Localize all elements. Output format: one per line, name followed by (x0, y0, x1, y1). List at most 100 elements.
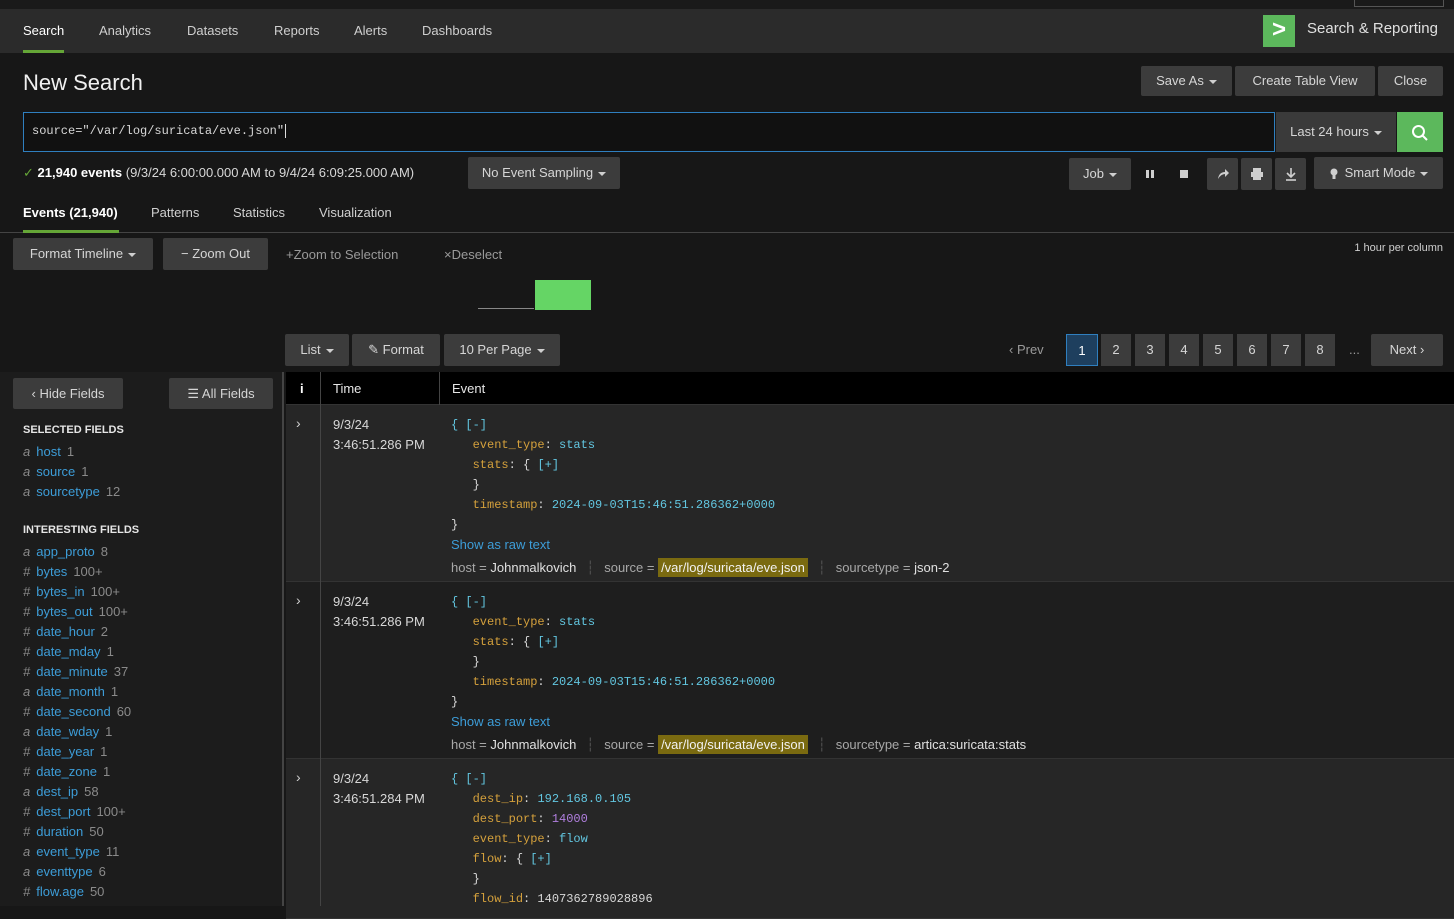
json-key[interactable]: event_type (473, 438, 545, 452)
field-item[interactable]: a host 1 (23, 444, 74, 459)
create-table-view-button[interactable]: Create Table View (1235, 66, 1375, 96)
page-1-button[interactable]: 1 (1066, 334, 1098, 366)
page-2-button[interactable]: 2 (1101, 334, 1131, 366)
field-item[interactable]: # date_hour 2 (23, 624, 108, 639)
json-toggle[interactable]: [+] (530, 852, 552, 866)
nav-dashboards[interactable]: Dashboards (422, 9, 492, 53)
field-item[interactable]: a source 1 (23, 464, 89, 479)
json-key[interactable]: dest_port (473, 812, 538, 826)
nav-analytics[interactable]: Analytics (99, 9, 151, 53)
nav-datasets[interactable]: Datasets (187, 9, 238, 53)
field-item[interactable]: a sourcetype 12 (23, 484, 120, 499)
job-menu-button[interactable]: Job (1069, 158, 1131, 190)
expand-chevron-icon[interactable]: › (296, 592, 301, 608)
save-as-button[interactable]: Save As (1141, 66, 1232, 96)
json-key[interactable]: dest_ip (473, 792, 523, 806)
share-button[interactable] (1207, 158, 1238, 190)
all-fields-button[interactable]: ☰ All Fields (169, 378, 273, 409)
json-toggle[interactable]: { [-] (451, 595, 487, 609)
export-button[interactable] (1275, 158, 1306, 190)
deselect-button[interactable]: ×Deselect (444, 247, 502, 262)
app-name[interactable]: Search & Reporting (1307, 20, 1438, 37)
json-string-value[interactable]: 2024-09-03T15:46:51.286362+0000 (552, 675, 775, 689)
hide-fields-button[interactable]: ‹ Hide Fields (13, 378, 123, 409)
show-raw-text-link[interactable]: Show as raw text (451, 535, 775, 555)
json-key[interactable]: flow (473, 852, 502, 866)
tab-patterns[interactable]: Patterns (151, 205, 199, 220)
nav-reports[interactable]: Reports (274, 9, 320, 53)
close-button[interactable]: Close (1378, 66, 1443, 96)
field-item[interactable]: # dest_port 100+ (23, 804, 126, 819)
json-string-value[interactable]: 192.168.0.105 (537, 792, 631, 806)
json-toggle[interactable]: [+] (537, 458, 559, 472)
field-item[interactable]: a event_type 11 (23, 844, 119, 859)
page-4-button[interactable]: 4 (1169, 334, 1199, 366)
per-page-dropdown[interactable]: 10 Per Page (444, 334, 560, 366)
meta-source-value[interactable]: /var/log/suricata/eve.json (658, 558, 808, 577)
format-timeline-button[interactable]: Format Timeline (13, 238, 153, 270)
field-item[interactable]: # bytes_out 100+ (23, 604, 128, 619)
zoom-out-button[interactable]: − Zoom Out (163, 238, 268, 270)
page-6-button[interactable]: 6 (1237, 334, 1267, 366)
format-button[interactable]: ✎ Format (352, 334, 440, 366)
field-item[interactable]: a dest_ip 58 (23, 784, 99, 799)
page-3-button[interactable]: 3 (1135, 334, 1165, 366)
timeline-bar[interactable] (535, 280, 591, 310)
zoom-to-selection-button[interactable]: +Zoom to Selection (286, 247, 398, 262)
meta-sourcetype-value[interactable]: artica:suricata:stats (914, 737, 1026, 752)
list-view-dropdown[interactable]: List (285, 334, 349, 366)
field-item[interactable]: # date_second 60 (23, 704, 131, 719)
pause-button[interactable] (1135, 158, 1165, 190)
stop-button[interactable] (1169, 158, 1199, 190)
search-input[interactable]: source="/var/log/suricata/eve.json" (23, 112, 1275, 152)
search-submit-button[interactable] (1397, 112, 1443, 152)
field-item[interactable]: a date_wday 1 (23, 724, 112, 739)
json-string-value[interactable]: stats (559, 615, 595, 629)
expand-chevron-icon[interactable]: › (296, 769, 301, 785)
field-item[interactable]: # date_year 1 (23, 744, 107, 759)
field-item[interactable]: # date_minute 37 (23, 664, 128, 679)
field-item[interactable]: a date_month 1 (23, 684, 118, 699)
json-key[interactable]: flow_id (473, 892, 523, 906)
json-number-value[interactable]: 14000 (552, 812, 588, 826)
page-7-button[interactable]: 7 (1271, 334, 1301, 366)
search-mode-dropdown[interactable]: Smart Mode (1314, 157, 1443, 189)
show-raw-text-link[interactable]: Show as raw text (451, 712, 775, 732)
nav-alerts[interactable]: Alerts (354, 9, 387, 53)
meta-host-value[interactable]: Johnmalkovich (490, 737, 576, 752)
meta-host-value[interactable]: Johnmalkovich (490, 560, 576, 575)
print-button[interactable] (1241, 158, 1272, 190)
json-key[interactable]: event_type (473, 615, 545, 629)
meta-source-value[interactable]: /var/log/suricata/eve.json (658, 735, 808, 754)
json-toggle[interactable]: { [-] (451, 418, 487, 432)
nav-search[interactable]: Search (23, 9, 65, 53)
tab-events[interactable]: Events (21,940) (23, 205, 118, 220)
app-logo-icon[interactable]: > (1263, 15, 1295, 47)
time-range-picker[interactable]: Last 24 hours (1276, 112, 1396, 152)
meta-sourcetype-value[interactable]: json-2 (914, 560, 949, 575)
time-column-header[interactable]: Time (333, 381, 361, 396)
field-item[interactable]: # bytes 100+ (23, 564, 103, 579)
json-key[interactable]: stats (473, 458, 509, 472)
expand-chevron-icon[interactable]: › (296, 415, 301, 431)
next-page-button[interactable]: Next › (1371, 334, 1443, 366)
prev-page-button[interactable]: ‹ Prev (1009, 342, 1044, 357)
json-toggle[interactable]: { [-] (451, 772, 487, 786)
json-toggle[interactable]: [+] (537, 635, 559, 649)
json-key[interactable]: timestamp (473, 675, 538, 689)
json-key[interactable]: timestamp (473, 498, 538, 512)
json-string-value[interactable]: stats (559, 438, 595, 452)
field-item[interactable]: # bytes_in 100+ (23, 584, 120, 599)
json-key[interactable]: stats (473, 635, 509, 649)
json-string-value[interactable]: 2024-09-03T15:46:51.286362+0000 (552, 498, 775, 512)
page-5-button[interactable]: 5 (1203, 334, 1233, 366)
field-item[interactable]: a app_proto 8 (23, 544, 108, 559)
page-8-button[interactable]: 8 (1305, 334, 1335, 366)
event-sampling-dropdown[interactable]: No Event Sampling (468, 157, 620, 189)
json-key[interactable]: event_type (473, 832, 545, 846)
field-item[interactable]: # flow.age 50 (23, 884, 104, 899)
json-string-value[interactable]: flow (559, 832, 588, 846)
field-item[interactable]: # duration 50 (23, 824, 104, 839)
field-item[interactable]: # date_zone 1 (23, 764, 110, 779)
tab-visualization[interactable]: Visualization (319, 205, 392, 220)
